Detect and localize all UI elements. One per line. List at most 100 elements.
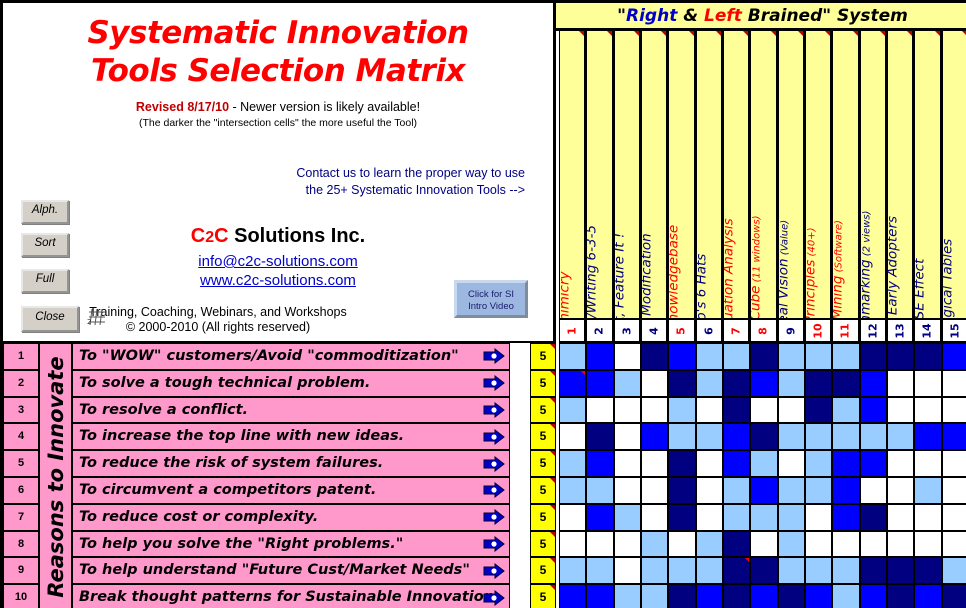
row-detail-arrow-icon[interactable]	[483, 482, 505, 499]
column-header-11[interactable]: Knowledge Mining (Software)	[832, 31, 860, 318]
matrix-cell-r8c1[interactable]	[559, 530, 587, 558]
matrix-cell-r6c4[interactable]	[641, 477, 669, 504]
matrix-cell-r2c15[interactable]	[941, 369, 966, 397]
matrix-cell-r4c6[interactable]	[695, 423, 723, 451]
column-header-10[interactable]: Inventive Principles (40+)	[805, 31, 833, 318]
matrix-cell-r6c7[interactable]	[723, 477, 751, 504]
row-score-6[interactable]: 5	[530, 477, 556, 504]
matrix-cell-r8c7[interactable]	[723, 530, 751, 558]
matrix-cell-r2c13[interactable]	[887, 369, 915, 397]
row-number-8[interactable]: 8	[3, 530, 39, 558]
matrix-cell-r9c3[interactable]	[613, 557, 641, 585]
row-label-3[interactable]: To resolve a conflict.	[72, 396, 510, 424]
matrix-cell-r10c7[interactable]	[723, 584, 751, 608]
matrix-cell-r5c7[interactable]	[723, 450, 751, 477]
matrix-cell-r10c15[interactable]	[941, 584, 966, 608]
matrix-cell-r5c12[interactable]	[859, 450, 887, 477]
row-label-4[interactable]: To increase the top line with new ideas.	[72, 423, 510, 451]
matrix-cell-r1c12[interactable]	[859, 343, 887, 370]
column-number-13[interactable]: 13	[887, 318, 915, 343]
column-header-1[interactable]: Biomimicry	[559, 31, 587, 318]
matrix-cell-r4c12[interactable]	[859, 423, 887, 451]
matrix-cell-r7c7[interactable]	[723, 503, 751, 531]
matrix-cell-r7c15[interactable]	[941, 503, 966, 531]
column-number-1[interactable]: 1	[559, 318, 587, 343]
matrix-cell-r9c7[interactable]	[723, 557, 751, 585]
row-number-1[interactable]: 1	[3, 343, 39, 370]
matrix-cell-r10c12[interactable]	[859, 584, 887, 608]
matrix-cell-r7c14[interactable]	[914, 503, 942, 531]
matrix-cell-r7c9[interactable]	[777, 503, 805, 531]
matrix-cell-r6c13[interactable]	[887, 477, 915, 504]
matrix-cell-r8c5[interactable]	[668, 530, 696, 558]
column-header-15[interactable]: Morphological Tables	[941, 31, 966, 318]
column-number-5[interactable]: 5	[668, 318, 696, 343]
matrix-cell-r3c10[interactable]	[805, 396, 833, 424]
row-score-8[interactable]: 5	[530, 530, 556, 558]
matrix-cell-r9c8[interactable]	[750, 557, 778, 585]
matrix-cell-r5c11[interactable]	[832, 450, 860, 477]
matrix-cell-r3c7[interactable]	[723, 396, 751, 424]
matrix-cell-r7c6[interactable]	[695, 503, 723, 531]
matrix-cell-r10c3[interactable]	[613, 584, 641, 608]
matrix-cell-r3c15[interactable]	[941, 396, 966, 424]
column-header-7[interactable]: Function/Situation Analysis	[723, 31, 751, 318]
row-score-9[interactable]: 5	[530, 557, 556, 585]
matrix-cell-r3c4[interactable]	[641, 396, 669, 424]
column-number-12[interactable]: 12	[859, 318, 887, 343]
matrix-cell-r4c7[interactable]	[723, 423, 751, 451]
matrix-cell-r5c1[interactable]	[559, 450, 587, 477]
matrix-cell-r9c6[interactable]	[695, 557, 723, 585]
column-header-13[interactable]: Lead Users / Early Adopters	[887, 31, 915, 318]
matrix-cell-r6c10[interactable]	[805, 477, 833, 504]
matrix-cell-r6c9[interactable]	[777, 477, 805, 504]
column-header-5[interactable]: "Effects" Knowledgebase	[668, 31, 696, 318]
column-header-12[interactable]: Lateral Benchmarking (2 views)	[859, 31, 887, 318]
matrix-cell-r2c5[interactable]	[668, 369, 696, 397]
matrix-cell-r3c5[interactable]	[668, 396, 696, 424]
column-number-11[interactable]: 11	[832, 318, 860, 343]
matrix-cell-r1c6[interactable]	[695, 343, 723, 370]
matrix-cell-r2c2[interactable]	[586, 369, 614, 397]
row-detail-arrow-icon[interactable]	[483, 428, 505, 445]
matrix-cell-r9c11[interactable]	[832, 557, 860, 585]
matrix-cell-r2c3[interactable]	[613, 369, 641, 397]
row-score-4[interactable]: 5	[530, 423, 556, 451]
matrix-cell-r7c3[interactable]	[613, 503, 641, 531]
matrix-cell-r5c13[interactable]	[887, 450, 915, 477]
matrix-cell-r10c11[interactable]	[832, 584, 860, 608]
matrix-cell-r2c10[interactable]	[805, 369, 833, 397]
matrix-cell-r1c11[interactable]	[832, 343, 860, 370]
matrix-cell-r8c12[interactable]	[859, 530, 887, 558]
column-number-2[interactable]: 2	[586, 318, 614, 343]
matrix-cell-r2c12[interactable]	[859, 369, 887, 397]
row-score-5[interactable]: 5	[530, 450, 556, 477]
row-score-10[interactable]: 5	[530, 584, 556, 608]
matrix-cell-r7c12[interactable]	[859, 503, 887, 531]
row-detail-arrow-icon[interactable]	[483, 375, 505, 392]
column-header-4[interactable]: Customer Modification	[641, 31, 669, 318]
matrix-cell-r3c3[interactable]	[613, 396, 641, 424]
row-label-9[interactable]: To help understand "Future Cust/Market N…	[72, 557, 510, 585]
matrix-cell-r9c4[interactable]	[641, 557, 669, 585]
row-score-1[interactable]: 5	[530, 343, 556, 370]
matrix-cell-r5c8[interactable]	[750, 450, 778, 477]
column-number-7[interactable]: 7	[723, 318, 751, 343]
matrix-cell-r7c10[interactable]	[805, 503, 833, 531]
matrix-cell-r6c11[interactable]	[832, 477, 860, 504]
matrix-cell-r1c9[interactable]	[777, 343, 805, 370]
matrix-cell-r3c14[interactable]	[914, 396, 942, 424]
matrix-cell-r7c13[interactable]	[887, 503, 915, 531]
row-label-7[interactable]: To reduce cost or complexity.	[72, 503, 510, 531]
matrix-cell-r2c4[interactable]	[641, 369, 669, 397]
row-detail-arrow-icon[interactable]	[483, 455, 505, 472]
full-view-button[interactable]: Full	[21, 269, 69, 293]
row-number-10[interactable]: 10	[3, 584, 39, 608]
matrix-cell-r8c15[interactable]	[941, 530, 966, 558]
row-label-1[interactable]: To "WOW" customers/Avoid "commoditizatio…	[72, 343, 510, 370]
matrix-cell-r5c5[interactable]	[668, 450, 696, 477]
matrix-cell-r3c6[interactable]	[695, 396, 723, 424]
matrix-cell-r4c2[interactable]	[586, 423, 614, 451]
matrix-cell-r1c5[interactable]	[668, 343, 696, 370]
spreadsheet-grid-icon[interactable]: 2	[87, 308, 107, 326]
